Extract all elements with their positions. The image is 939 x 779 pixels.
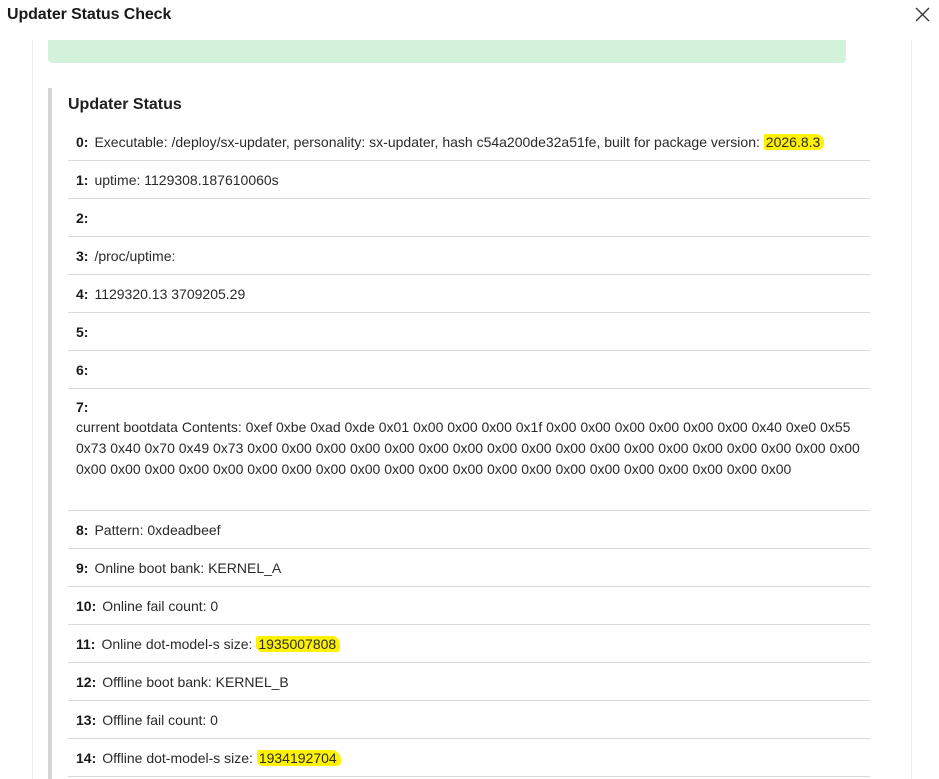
row-text: Online boot bank: KERNEL_A: [94, 559, 282, 576]
status-row-8: 8: Pattern: 0xdeadbeef: [68, 511, 870, 549]
status-heading: Updater Status: [68, 96, 182, 113]
online-size-highlight: 1935007808: [256, 635, 341, 652]
row-text: Pattern: 0xdeadbeef: [94, 521, 221, 538]
row-index: 1:: [76, 171, 89, 188]
row-index: 10:: [76, 597, 97, 614]
updater-status-dialog: Updater Status Check Updater Status 0: E…: [0, 0, 939, 779]
row-text: Offline dot-model-s size: 1934192704: [102, 748, 341, 768]
row-index: 12:: [76, 673, 97, 690]
status-row-2: 2:: [68, 199, 870, 237]
close-button[interactable]: [913, 5, 933, 25]
status-row-7: 7: current bootdata Contents: 0xef 0xbe …: [68, 389, 870, 511]
row-index: 0:: [76, 133, 89, 150]
status-row-5: 5:: [68, 313, 870, 351]
row-index: 4:: [76, 285, 89, 302]
row-index: 9:: [76, 559, 89, 576]
row-index: 11:: [76, 635, 96, 652]
status-row-1: 1: uptime: 1129308.187610060s: [68, 161, 870, 199]
row-index: 8:: [76, 521, 89, 538]
row-index: 13:: [76, 711, 97, 728]
row-text: Offline fail count: 0: [102, 711, 218, 728]
dialog-title: Updater Status Check: [7, 6, 172, 23]
row-text: Online fail count: 0: [102, 597, 219, 614]
status-row-11: 11: Online dot-model-s size: 1935007808: [68, 625, 870, 663]
status-row-12: 12: Offline boot bank: KERNEL_B: [68, 663, 870, 701]
status-row-14: 14: Offline dot-model-s size: 1934192704: [68, 739, 870, 777]
row-text: Online dot-model-s size: 1935007808: [101, 634, 341, 654]
close-icon: [915, 7, 930, 22]
row-index: 2:: [76, 209, 89, 226]
row-index: 14:: [76, 749, 97, 766]
row-index: 7:: [76, 399, 89, 415]
success-banner: [48, 40, 846, 63]
row-index: 5:: [76, 323, 89, 340]
row-text: Offline boot bank: KERNEL_B: [102, 673, 289, 690]
status-list: 0: Executable: /deploy/sx-updater, perso…: [68, 123, 870, 777]
row-text: Executable: /deploy/sx-updater, personal…: [94, 132, 825, 152]
bootdata-contents: current bootdata Contents: 0xef 0xbe 0xa…: [76, 419, 860, 477]
status-row-10: 10: Online fail count: 0: [68, 587, 870, 625]
row-text: 1129320.13 3709205.29: [94, 285, 246, 302]
status-row-0: 0: Executable: /deploy/sx-updater, perso…: [68, 123, 870, 161]
version-highlight: 2026.8.3: [763, 133, 825, 150]
status-row-3: 3: /proc/uptime:: [68, 237, 870, 275]
status-row-6: 6:: [68, 351, 870, 389]
status-row-9: 9: Online boot bank: KERNEL_A: [68, 549, 870, 587]
row-text: /proc/uptime:: [94, 247, 176, 264]
status-row-13: 13: Offline fail count: 0: [68, 701, 870, 739]
offline-size-highlight: 1934192704: [256, 749, 341, 766]
row-index: 3:: [76, 247, 89, 264]
row-text: uptime: 1129308.187610060s: [94, 171, 279, 188]
row-index: 6:: [76, 361, 89, 378]
status-row-4: 4: 1129320.13 3709205.29: [68, 275, 870, 313]
